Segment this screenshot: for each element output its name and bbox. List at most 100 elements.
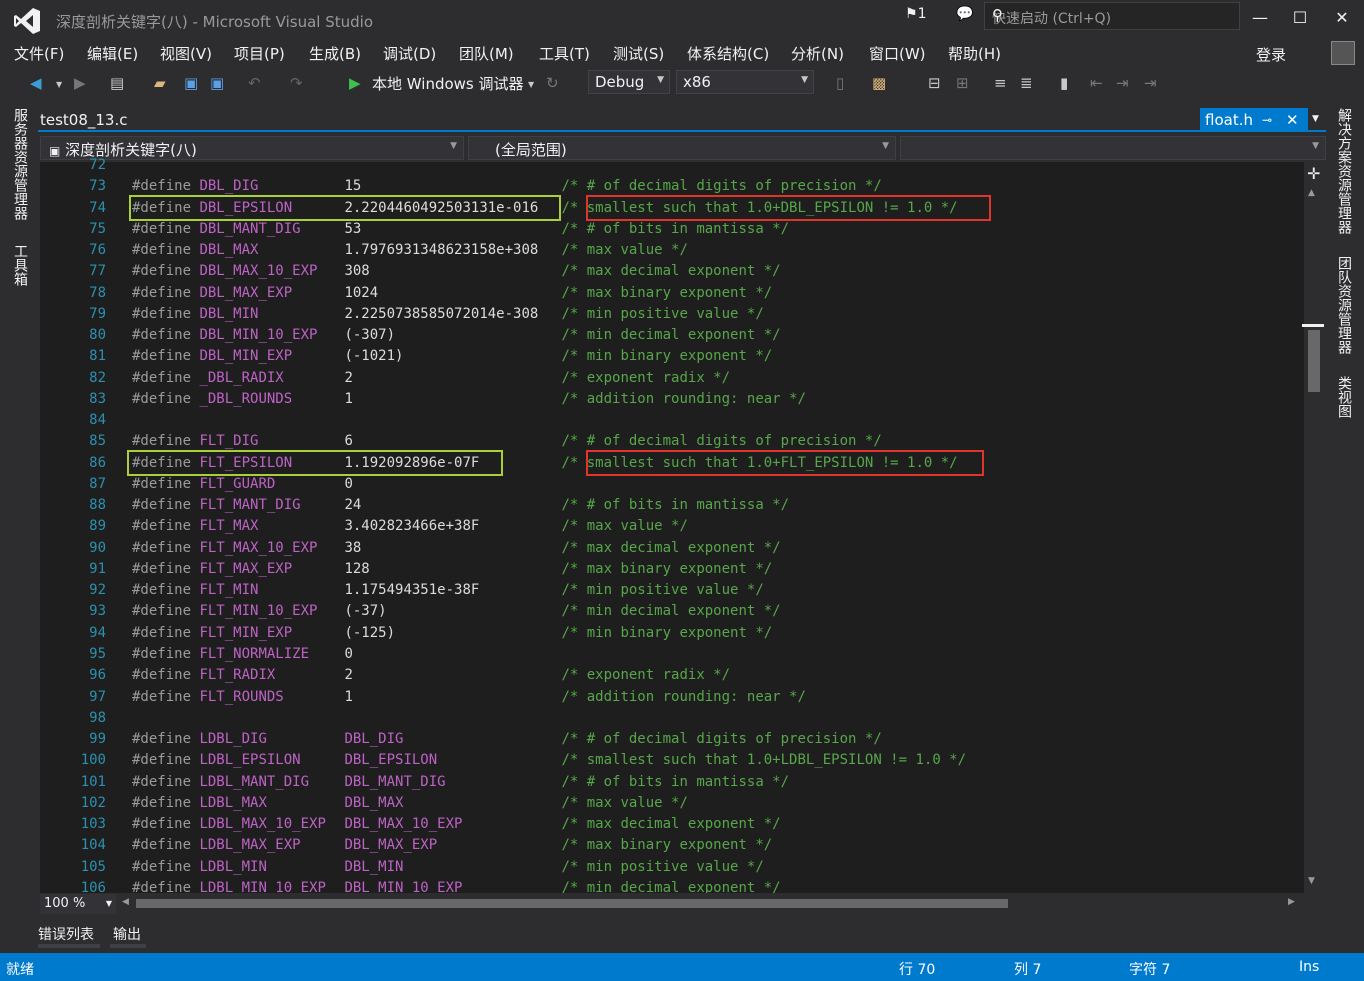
code-comment: /* min positive value */	[561, 859, 764, 875]
avatar-icon[interactable]	[1331, 41, 1355, 65]
vertical-scrollbar[interactable]	[1304, 162, 1326, 893]
uncomment-icon[interactable]: ≣	[1020, 74, 1033, 92]
define-keyword: #define	[132, 582, 192, 598]
close-button[interactable]: ✕	[1322, 4, 1362, 32]
notification-flag-icon[interactable]: ⚑1	[905, 6, 926, 22]
macro-name: DBL_MAX	[199, 242, 259, 258]
chevron-down-icon: ▼	[657, 75, 664, 85]
menu-edit[interactable]: 编辑(E)	[87, 43, 138, 64]
macro-value: (-1021)	[344, 348, 404, 364]
scroll-down-icon[interactable]: ▼	[1308, 876, 1315, 886]
class-view-tab[interactable]: 类视图	[1334, 376, 1354, 418]
menu-tools[interactable]: 工具(T)	[539, 43, 590, 64]
back-icon[interactable]: ◀	[30, 74, 42, 92]
search-icon[interactable]: ⚲	[992, 6, 1233, 24]
scroll-up-icon[interactable]: ▲	[1308, 188, 1315, 198]
next-bookmark-icon[interactable]: ⇥	[1116, 74, 1129, 92]
start-debugging-icon[interactable]: ▶	[349, 74, 361, 92]
menu-analyze[interactable]: 分析(N)	[791, 43, 844, 64]
zoom-select[interactable]: 100 % ▼	[40, 894, 116, 914]
comment-icon[interactable]: ≡	[994, 74, 1007, 92]
macro-name: FLT_RADIX	[199, 667, 276, 683]
platform-select[interactable]: x86 ▼	[676, 70, 814, 94]
clear-bookmarks-icon[interactable]: ⇥	[1144, 74, 1157, 92]
debugger-dropdown-icon[interactable]: ▼	[528, 80, 534, 89]
open-file-icon[interactable]: ▰	[154, 74, 166, 92]
find-in-files-icon[interactable]: ▩	[872, 74, 886, 92]
login-link[interactable]: 登录	[1256, 44, 1286, 65]
member-select[interactable]: ▼	[900, 136, 1326, 160]
line-number: 93	[89, 603, 106, 619]
code-line: #define FLT_MAX_EXP 128 /* max binary expo…	[132, 561, 772, 577]
define-keyword: #define	[132, 689, 192, 705]
menu-project[interactable]: 项目(P)	[234, 43, 285, 64]
macro-value: (-307)	[344, 327, 396, 343]
team-explorer-tab[interactable]: 团队资源管理器	[1334, 256, 1354, 354]
configuration-select[interactable]: Debug ▼	[588, 70, 670, 94]
refresh-icon[interactable]: ↻	[546, 74, 559, 92]
line-number: 73	[89, 178, 106, 194]
layout-icon[interactable]: ⊟	[928, 74, 941, 92]
code-line: #define DBL_MIN_10_EXP (-307) /* min decim…	[132, 327, 781, 343]
forward-icon[interactable]: ▶	[74, 74, 86, 92]
toolbox-tab[interactable]: 工具箱	[10, 244, 30, 286]
menu-file[interactable]: 文件(F)	[14, 43, 64, 64]
menu-view[interactable]: 视图(V)	[160, 43, 212, 64]
macro-name: DBL_MANT_DIG	[199, 221, 301, 237]
vertical-scroll-thumb[interactable]	[1308, 330, 1320, 392]
macro-name: LDBL_DIG	[199, 731, 267, 747]
code-comment: /* exponent radix */	[561, 370, 731, 386]
quick-launch-input[interactable]: 快速启动 (Ctrl+Q) ⚲	[984, 2, 1240, 30]
define-keyword: #define	[132, 476, 192, 492]
undo-icon[interactable]: ↶	[248, 74, 261, 92]
macro-value: 53	[344, 221, 362, 237]
output-tab[interactable]: 输出	[113, 924, 141, 944]
minimize-button[interactable]: —	[1240, 4, 1280, 32]
menu-window[interactable]: 窗口(W)	[869, 43, 926, 64]
debugger-label[interactable]: 本地 Windows 调试器	[372, 73, 524, 94]
feedback-icon[interactable]: 💬	[956, 6, 973, 22]
error-list-tab[interactable]: 错误列表	[38, 924, 94, 944]
code-comment: /* min decimal exponent */	[561, 603, 781, 619]
macro-value: 1.7976931348623158e+308	[344, 242, 539, 258]
tab-list-dropdown-icon[interactable]: ▼	[1312, 114, 1319, 124]
menu-help[interactable]: 帮助(H)	[948, 43, 1001, 64]
code-comment: /* # of bits in mantissa */	[561, 774, 790, 790]
menu-build[interactable]: 生成(B)	[309, 43, 361, 64]
menu-architecture[interactable]: 体系结构(C)	[687, 43, 769, 64]
tab-float-h[interactable]: float.h ⊸ ✕	[1200, 108, 1308, 132]
back-dropdown-icon[interactable]: ▼	[56, 80, 62, 89]
split-view-icon[interactable]: ✛	[1307, 164, 1320, 183]
solution-explorer-tab[interactable]: 解决方案资源管理器	[1334, 108, 1354, 234]
find-icon[interactable]: ▯	[836, 74, 844, 92]
scroll-right-icon[interactable]: ▶	[1288, 897, 1295, 907]
server-explorer-tab[interactable]: 服务器资源管理器	[10, 108, 30, 220]
save-icon[interactable]: ▣	[184, 74, 198, 92]
menu-test[interactable]: 测试(S)	[613, 43, 664, 64]
scope-select[interactable]: (全局范围) ▼	[468, 136, 896, 160]
maximize-button[interactable]: ☐	[1280, 4, 1320, 32]
macro-name: FLT_MAX	[199, 518, 259, 534]
menu-team[interactable]: 团队(M)	[459, 43, 514, 64]
redo-icon[interactable]: ↷	[290, 74, 303, 92]
close-tab-icon[interactable]: ✕	[1286, 111, 1299, 129]
code-line: #define FLT_MAX 3.402823466e+38F /* max va…	[132, 518, 688, 534]
macro-name: LDBL_MANT_DIG	[199, 774, 310, 790]
save-all-icon[interactable]: ▣	[210, 74, 224, 92]
macro-value: 24	[344, 497, 362, 513]
prev-bookmark-icon[interactable]: ⇤	[1090, 74, 1103, 92]
menu-debug[interactable]: 调试(D)	[383, 43, 436, 64]
scroll-left-icon[interactable]: ◀	[122, 897, 129, 907]
line-number: 75	[89, 221, 106, 237]
horizontal-scroll-thumb[interactable]	[136, 899, 1008, 908]
define-keyword: #define	[132, 370, 192, 386]
pin-icon[interactable]: ⊸	[1262, 113, 1272, 127]
new-item-icon[interactable]: ▤	[110, 74, 124, 92]
tab-test08-13[interactable]: test08_13.c	[40, 111, 128, 129]
code-line: #define LDBL_EPSILON DBL_EPSILON /* smalle…	[132, 752, 966, 768]
layout-alt-icon[interactable]: ⊞	[956, 74, 969, 92]
bookmark-icon[interactable]: ▮	[1060, 74, 1068, 92]
scroll-position-marker	[1302, 324, 1324, 327]
line-number: 79	[89, 306, 106, 322]
macro-value: 6	[344, 433, 353, 449]
